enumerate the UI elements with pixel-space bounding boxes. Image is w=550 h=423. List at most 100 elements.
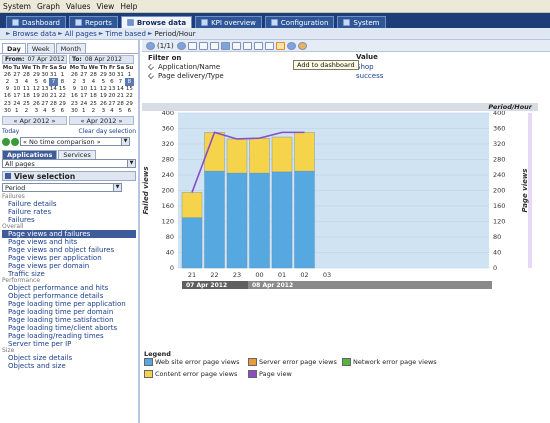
day[interactable]: 26	[32, 100, 41, 107]
day[interactable]: 3	[80, 78, 88, 85]
tab-system[interactable]: System	[337, 16, 386, 28]
day[interactable]: 30	[69, 107, 80, 114]
day[interactable]: 2	[88, 107, 99, 114]
day[interactable]: 14	[49, 86, 58, 93]
day[interactable]: 29	[32, 71, 41, 78]
tab-configuration[interactable]: Configuration	[264, 16, 335, 28]
day[interactable]: 23	[2, 100, 13, 107]
day[interactable]: 29	[58, 100, 67, 107]
day[interactable]: 27	[108, 100, 116, 107]
view-item-selected[interactable]: Page views and failures	[2, 230, 136, 239]
tab-reports[interactable]: Reports	[68, 16, 118, 28]
day[interactable]: 4	[21, 78, 32, 85]
day[interactable]: 16	[2, 93, 13, 100]
day[interactable]: 1	[13, 107, 21, 114]
day[interactable]: 2	[2, 78, 13, 85]
view-select[interactable]: Period ▼	[2, 183, 122, 193]
day[interactable]: 26	[2, 71, 13, 78]
view-item[interactable]: Page loading/reading times	[2, 332, 136, 340]
tab-applications[interactable]: Applications	[2, 150, 58, 160]
day[interactable]: 5	[49, 107, 58, 114]
page-select[interactable]: All pages ▼	[2, 159, 136, 169]
day[interactable]: 19	[99, 93, 108, 100]
menu-system[interactable]: System	[3, 2, 31, 11]
day[interactable]: 20	[41, 93, 49, 100]
calendar-from-month-nav[interactable]: « Apr 2012 »	[2, 116, 67, 126]
day[interactable]: 13	[108, 86, 116, 93]
view-item[interactable]: Objects and size	[2, 362, 136, 370]
view-item[interactable]: Object performance and hits	[2, 284, 136, 292]
chart-type-icon[interactable]	[220, 41, 230, 50]
day[interactable]: 12	[32, 86, 41, 93]
day[interactable]: 6	[58, 107, 67, 114]
day[interactable]: 29	[99, 71, 108, 78]
breadcrumb-time-based[interactable]: Time based	[105, 30, 146, 38]
day[interactable]: 29	[125, 100, 134, 107]
day[interactable]: 5	[116, 107, 125, 114]
menu-view[interactable]: View	[97, 2, 115, 11]
tab-week[interactable]: Week	[26, 43, 55, 53]
settings-icon[interactable]	[297, 41, 307, 50]
day[interactable]: 27	[41, 100, 49, 107]
previous-arrow-icon[interactable]	[2, 137, 10, 146]
day[interactable]: 9	[69, 86, 80, 93]
day[interactable]: 8	[58, 78, 67, 85]
zoom-reset-icon[interactable]	[209, 41, 219, 50]
day[interactable]: 10	[80, 86, 88, 93]
day[interactable]: 18	[88, 93, 99, 100]
day[interactable]: 30	[41, 71, 49, 78]
menu-values[interactable]: Values	[66, 2, 91, 11]
breadcrumb-all-pages[interactable]: All pages	[65, 30, 97, 38]
day[interactable]: 1	[125, 71, 134, 78]
menu-help[interactable]: Help	[120, 2, 137, 11]
day[interactable]: 16	[69, 93, 80, 100]
day[interactable]: 30	[108, 71, 116, 78]
day[interactable]: 30	[2, 107, 13, 114]
day[interactable]: 31	[116, 71, 125, 78]
day[interactable]: 18	[21, 93, 32, 100]
zoom-in-icon[interactable]	[187, 41, 197, 50]
tab-day[interactable]: Day	[2, 43, 26, 53]
day[interactable]: 24	[80, 100, 88, 107]
view-item[interactable]: Object performance details	[2, 292, 136, 300]
tab-dashboard[interactable]: Dashboard	[6, 16, 66, 28]
print-icon[interactable]	[253, 41, 263, 50]
day[interactable]: 22	[125, 93, 134, 100]
day[interactable]: 12	[99, 86, 108, 93]
day[interactable]: 3	[32, 107, 41, 114]
day[interactable]: 26	[99, 100, 108, 107]
view-item[interactable]: Server time per IP	[2, 340, 136, 348]
day[interactable]: 27	[13, 71, 21, 78]
copy-icon[interactable]	[264, 41, 274, 50]
day[interactable]: 24	[13, 100, 21, 107]
tab-browse-data[interactable]: Browse data	[120, 16, 193, 28]
day[interactable]: 5	[99, 78, 108, 85]
day[interactable]: 4	[41, 107, 49, 114]
day-selected[interactable]: 7	[48, 78, 58, 86]
day[interactable]: 7	[116, 78, 125, 85]
breadcrumb-browse-data[interactable]: Browse data	[13, 30, 56, 38]
day[interactable]: 23	[69, 100, 80, 107]
tab-month[interactable]: Month	[55, 43, 87, 53]
day[interactable]: 1	[80, 107, 88, 114]
filter-value[interactable]: success	[356, 72, 383, 80]
day[interactable]: 1	[58, 71, 67, 78]
day[interactable]: 25	[88, 100, 99, 107]
day[interactable]: 9	[2, 86, 13, 93]
view-item[interactable]: Page loading time per domain	[2, 308, 136, 316]
day[interactable]: 11	[21, 86, 32, 93]
day[interactable]: 4	[88, 78, 99, 85]
day[interactable]: 22	[58, 93, 67, 100]
today-link[interactable]: Today	[2, 128, 19, 135]
view-item[interactable]: Page views per domain	[2, 262, 136, 270]
day[interactable]: 3	[13, 78, 21, 85]
next-arrow-icon[interactable]	[11, 137, 19, 146]
zoom-out-icon[interactable]	[198, 41, 208, 50]
day[interactable]: 27	[80, 71, 88, 78]
info-icon[interactable]	[286, 41, 296, 50]
day[interactable]: 10	[13, 86, 21, 93]
clear-day-selection-link[interactable]: Clear day selection	[78, 128, 136, 135]
day[interactable]: 17	[80, 93, 88, 100]
view-item[interactable]: Object size details	[2, 354, 136, 362]
day[interactable]: 28	[49, 100, 58, 107]
